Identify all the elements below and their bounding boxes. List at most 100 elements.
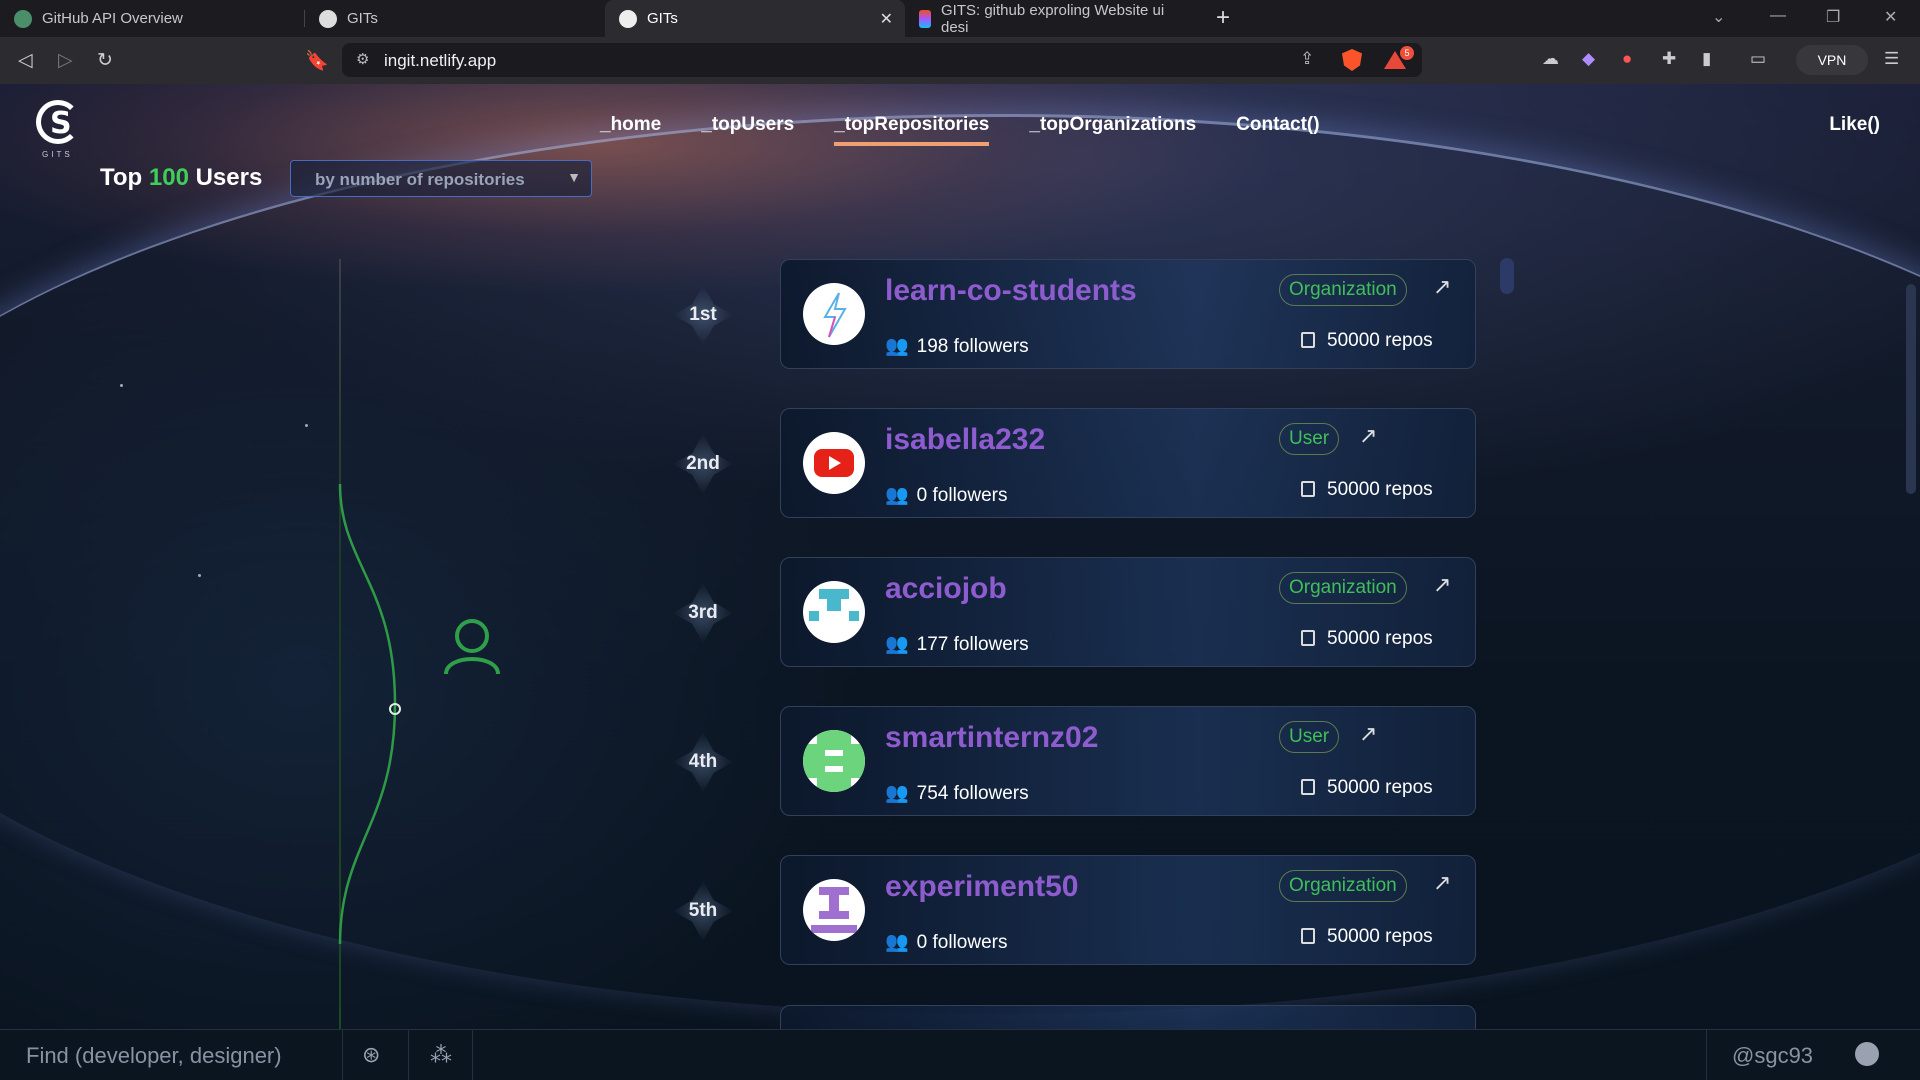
fire-extension-icon[interactable]: ● [1622, 49, 1632, 69]
url-text: ingit.netlify.app [384, 51, 497, 70]
external-link-icon[interactable]: ↗ [1359, 721, 1377, 747]
extension-icon[interactable]: ☁ [1542, 49, 1559, 69]
user-card[interactable]: acciojob 👥 177 followers Organization ↗ 5… [780, 557, 1476, 667]
divider [408, 1030, 409, 1080]
repo-icon [1301, 630, 1315, 646]
followers-count: 👥 754 followers [885, 781, 1029, 805]
sort-select[interactable]: by number of repositories ▼ [290, 160, 592, 197]
page-title: Top 100 Users [100, 164, 262, 192]
like-button[interactable]: Like() [1829, 114, 1880, 136]
vpn-button[interactable]: VPN [1796, 45, 1868, 75]
repos-text: 50000 repos [1327, 479, 1433, 500]
list-scrollbar[interactable] [1500, 258, 1514, 294]
logo-text: GITS [42, 150, 73, 159]
wallet-icon[interactable]: ▭ [1750, 49, 1766, 69]
user-card[interactable]: smartinternz02 👥 754 followers User ↗ 500… [780, 706, 1476, 816]
repos-text: 50000 repos [1327, 628, 1433, 649]
user-card[interactable]: isabella232 👥 0 followers User ↗ 50000 re… [780, 408, 1476, 518]
ai-extension-icon[interactable]: ◆ [1582, 49, 1595, 69]
tab-list-chevron-icon[interactable]: ⌄ [1712, 7, 1725, 27]
people-icon: 👥 [885, 783, 909, 804]
restore-button[interactable]: ❐ [1826, 7, 1840, 27]
repos-text: 50000 repos [1327, 330, 1433, 351]
rank-label: 4th [688, 751, 718, 772]
nav-top-organizations[interactable]: _topOrganizations [1029, 114, 1196, 146]
user-icon [444, 619, 500, 675]
external-link-icon[interactable]: ↗ [1433, 274, 1451, 300]
minimize-button[interactable]: — [1770, 7, 1786, 25]
tab-gits-1[interactable]: GITs [305, 0, 605, 37]
tab-figma[interactable]: GITS: github exproling Website ui desi [905, 0, 1205, 37]
back-icon[interactable]: ◁ [18, 49, 33, 72]
tab-gits-active[interactable]: GITs ✕ [605, 0, 905, 37]
user-name-link[interactable]: acciojob [885, 572, 1007, 606]
avatar [803, 432, 865, 494]
account-type-badge: Organization [1279, 274, 1407, 306]
repos-text: 50000 repos [1327, 926, 1433, 947]
find-input[interactable]: Find (developer, designer) [26, 1043, 282, 1069]
author-handle[interactable]: @sgc93 [1732, 1043, 1813, 1069]
puzzle-extensions-icon[interactable]: ✚ [1662, 49, 1676, 69]
nav-top-users[interactable]: _topUsers [701, 114, 794, 146]
close-tab-icon[interactable]: ✕ [880, 9, 893, 29]
bookmark-icon[interactable]: 🔖 [305, 49, 329, 73]
star-decoration [305, 424, 308, 427]
page-scrollbar[interactable] [1906, 284, 1916, 494]
user-name-link[interactable]: experiment50 [885, 870, 1078, 904]
followers-count: 👥 177 followers [885, 632, 1029, 656]
repos-text: 50000 repos [1327, 777, 1433, 798]
user-name-link[interactable]: smartinternz02 [885, 721, 1098, 755]
user-name-link[interactable]: isabella232 [885, 423, 1045, 457]
dribbble-icon[interactable]: ⊛ [362, 1042, 380, 1068]
title-suffix: Users [195, 164, 263, 191]
external-link-icon[interactable]: ↗ [1433, 572, 1451, 598]
reload-icon[interactable]: ↻ [97, 49, 113, 72]
repos-count: 50000 repos [1301, 330, 1433, 352]
menu-icon[interactable]: ☰ [1884, 49, 1899, 69]
tab-title: GITS: github exproling Website ui desi [941, 1, 1165, 36]
user-card[interactable]: learn-co-students 👥 198 followers Organiz… [780, 259, 1476, 369]
repo-icon [1301, 779, 1315, 795]
browser-toolbar: ◁ ▷ ↻ 🔖 ⚙ ingit.netlify.app ⇪ 5 ☁ ◆ ● ✚ … [0, 37, 1920, 84]
external-link-icon[interactable]: ↗ [1433, 870, 1451, 896]
brave-shields-icon[interactable] [1342, 49, 1362, 71]
nav-contact[interactable]: Contact() [1236, 114, 1319, 146]
github-icon[interactable] [1855, 1042, 1879, 1066]
external-link-icon[interactable]: ↗ [1359, 423, 1377, 449]
people-icon: 👥 [885, 485, 909, 506]
account-type-badge: User [1279, 423, 1340, 455]
tab-github-api-overview[interactable]: GitHub API Overview [0, 0, 305, 37]
openai-favicon-icon [14, 9, 32, 28]
divider [1706, 1030, 1707, 1080]
people-icon: 👥 [885, 932, 909, 953]
figma-icon[interactable]: ⁂ [430, 1042, 452, 1068]
close-window-button[interactable]: ✕ [1884, 7, 1897, 27]
account-type-badge: Organization [1279, 870, 1407, 902]
repos-count: 50000 repos [1301, 777, 1433, 799]
sidebar-toggle-icon[interactable]: ▮ [1702, 49, 1711, 69]
followers-text: 198 followers [916, 336, 1029, 357]
nav-top-repositories[interactable]: _topRepositories [834, 114, 990, 146]
rank-marker: 4th [668, 727, 738, 797]
nav-home[interactable]: _home [600, 114, 661, 146]
user-name-link[interactable]: learn-co-students [885, 274, 1137, 308]
rank-marker: 3rd [668, 578, 738, 648]
main-nav: _home _topUsers _topRepositories _topOrg… [600, 114, 1320, 146]
rank-label: 3rd [688, 602, 718, 623]
avatar [803, 581, 865, 643]
followers-count: 👥 198 followers [885, 334, 1029, 358]
avatar [803, 730, 865, 792]
user-card[interactable]: experiment50 👥 0 followers Organization ↗… [780, 855, 1476, 965]
site-settings-icon[interactable]: ⚙ [356, 50, 369, 68]
followers-text: 0 followers [916, 485, 1008, 506]
people-icon: 👥 [885, 634, 909, 655]
repos-count: 50000 repos [1301, 628, 1433, 650]
share-icon[interactable]: ⇪ [1300, 49, 1314, 69]
address-bar[interactable]: ⚙ ingit.netlify.app ⇪ 5 [342, 43, 1422, 77]
repos-count: 50000 repos [1301, 479, 1433, 501]
new-tab-button[interactable]: + [1216, 4, 1230, 32]
page-content: S GITS _home _topUsers _topRepositories … [0, 84, 1920, 1080]
repo-icon [1301, 481, 1315, 497]
star-decoration [198, 574, 201, 577]
forward-icon[interactable]: ▷ [58, 49, 73, 72]
